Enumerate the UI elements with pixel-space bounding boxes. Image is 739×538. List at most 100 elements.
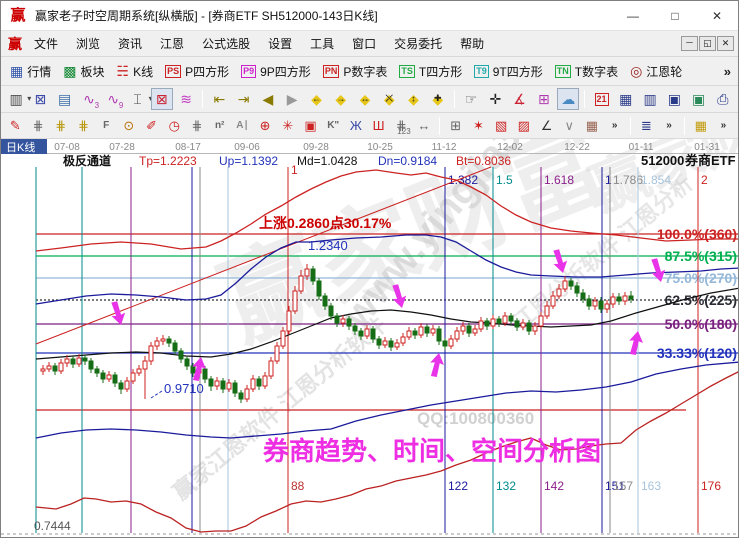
- goto-end-button[interactable]: ⇥: [233, 88, 255, 110]
- t-square-button[interactable]: TST四方形: [393, 61, 468, 82]
- pen-tool[interactable]: ✎: [5, 116, 26, 136]
- more-tools-button[interactable]: »: [604, 116, 625, 136]
- candle: [83, 355, 87, 365]
- menu-江恩[interactable]: 江恩: [151, 31, 193, 56]
- print-button[interactable]: ⎙: [712, 88, 734, 110]
- menu-设置[interactable]: 设置: [259, 31, 301, 56]
- candle: [149, 342, 153, 365]
- a-angle-tool[interactable]: A∣: [232, 116, 253, 136]
- p-number-button-icon: PN: [323, 65, 340, 78]
- levels-flag-button[interactable]: ≋: [175, 88, 197, 110]
- watermark-text: QQ:100800360: [417, 409, 534, 428]
- kline-button[interactable]: ☵K线: [111, 61, 160, 82]
- fence2-tool[interactable]: ⋕: [187, 116, 208, 136]
- menu-资讯[interactable]: 资讯: [109, 31, 151, 56]
- ruler-tool[interactable]: ≣: [636, 116, 657, 136]
- pan-hand-button[interactable]: ☞: [460, 88, 482, 110]
- diamond-cross-button[interactable]: ◆⤬: [378, 88, 400, 110]
- menu-帮助[interactable]: 帮助: [451, 31, 493, 56]
- p-square-button[interactable]: PSP四方形: [159, 61, 235, 82]
- mdi-minimize-button[interactable]: －: [681, 36, 698, 51]
- menu-浏览[interactable]: 浏览: [67, 31, 109, 56]
- mdi-restore-button[interactable]: ◱: [699, 36, 716, 51]
- shen-fence-tool[interactable]: Ж: [346, 116, 367, 136]
- gann-box-tool[interactable]: ▧: [491, 116, 512, 136]
- fence-tool[interactable]: ⋕: [28, 116, 49, 136]
- chart-type-button[interactable]: ▥▾: [5, 88, 27, 110]
- menu-工具[interactable]: 工具: [301, 31, 343, 56]
- kline-chart[interactable]: 赢家财富赢家财富www.yingjia360.comQQ:100800360赢家…: [1, 139, 739, 538]
- diamond-fourway-button[interactable]: ◆✚: [427, 88, 449, 110]
- candle-style-button[interactable]: ⌶▾: [126, 88, 148, 110]
- menu-文件[interactable]: 文件: [25, 31, 67, 56]
- wave-tool[interactable]: ∨: [559, 116, 580, 136]
- brush-tool[interactable]: ✐: [141, 116, 162, 136]
- gann-square-tool[interactable]: ▨: [513, 116, 534, 136]
- quotes-button[interactable]: ▦行情: [4, 61, 57, 82]
- star-spiral-tool[interactable]: ✳: [277, 116, 298, 136]
- menu-交易委托[interactable]: 交易委托: [385, 31, 451, 56]
- diamond-hspan-button[interactable]: ◆↔: [354, 88, 376, 110]
- angle-measure-button[interactable]: ∡: [508, 88, 530, 110]
- indicator-value: Dn=0.9184: [378, 154, 437, 168]
- minimize-button[interactable]: —: [612, 1, 654, 31]
- gold-fence-tool[interactable]: ⋕: [50, 116, 71, 136]
- k-quote-tool[interactable]: K": [323, 116, 344, 136]
- diamond-vspan-button[interactable]: ◆↕: [402, 88, 424, 110]
- journal-button[interactable]: ▥: [639, 88, 661, 110]
- export-button[interactable]: ▣: [687, 88, 709, 110]
- diamond-right-button[interactable]: ◆→: [330, 88, 352, 110]
- t9-square-button[interactable]: T99T四方形: [468, 61, 549, 82]
- p-number-button[interactable]: PNP数字表: [317, 61, 394, 82]
- save-button[interactable]: ▣: [663, 88, 685, 110]
- gann-fan-tool[interactable]: ✶: [468, 116, 489, 136]
- candle: [407, 327, 411, 340]
- mdi-close-button[interactable]: ✕: [717, 36, 734, 51]
- grid-tool[interactable]: ▦: [582, 116, 603, 136]
- square-spiral-tool[interactable]: ▣: [300, 116, 321, 136]
- notes-button[interactable]: ▤: [54, 88, 76, 110]
- prev-button[interactable]: ◀: [257, 88, 279, 110]
- sectors-button[interactable]: ▩板块: [57, 61, 110, 82]
- calculator-button[interactable]: ▦: [615, 88, 637, 110]
- candle: [125, 377, 129, 392]
- menu-窗口[interactable]: 窗口: [343, 31, 385, 56]
- n-square-tool[interactable]: n²: [209, 116, 230, 136]
- toolbar-overflow-chevron[interactable]: »: [720, 64, 735, 79]
- time-circle-tool[interactable]: ◷: [164, 116, 185, 136]
- crosshair-button[interactable]: ✛: [484, 88, 506, 110]
- win-fence-tool[interactable]: Ш: [368, 116, 389, 136]
- calendar-button[interactable]: 21: [590, 88, 612, 110]
- candle: [395, 339, 399, 350]
- diamond-left-button[interactable]: ◆←: [305, 88, 327, 110]
- angle-fan-tool[interactable]: ∠: [536, 116, 557, 136]
- period-tab[interactable]: 日K线: [1, 139, 47, 154]
- wave3-button[interactable]: ∿3: [78, 88, 100, 110]
- wave9-button[interactable]: ∿9: [102, 88, 124, 110]
- p9-square-button[interactable]: P99P四方形: [235, 61, 317, 82]
- gold-grid-tool[interactable]: ▦: [690, 116, 711, 136]
- menu-公式选股[interactable]: 公式选股: [193, 31, 259, 56]
- goto-start-button[interactable]: ⇤: [208, 88, 230, 110]
- more-grids-button[interactable]: »: [713, 116, 734, 136]
- circle5-tool[interactable]: ⊙: [119, 116, 140, 136]
- cloud-button[interactable]: ☁: [557, 88, 579, 110]
- f-fence-tool[interactable]: F: [96, 116, 117, 136]
- maximize-button[interactable]: □: [654, 1, 696, 31]
- gann-level-label: 50.0%(180): [665, 316, 737, 332]
- gann-grid-button[interactable]: ⊠: [29, 88, 51, 110]
- t-number-button[interactable]: TNT数字表: [549, 61, 624, 82]
- candle: [233, 380, 237, 397]
- measure-tool[interactable]: ↔: [414, 116, 435, 136]
- gann-net-button[interactable]: ⊞: [533, 88, 555, 110]
- fence123-tool[interactable]: ⋕123: [391, 116, 412, 136]
- gann-wheel-button[interactable]: ◎江恩轮: [624, 61, 688, 82]
- circle-cross-tool[interactable]: ⊕: [255, 116, 276, 136]
- more-rulers-button[interactable]: »: [659, 116, 680, 136]
- window-line-tool[interactable]: ⊞: [445, 116, 466, 136]
- next-button[interactable]: ▶: [281, 88, 303, 110]
- gold-fence2-tool[interactable]: ⋕: [73, 116, 94, 136]
- close-button[interactable]: ✕: [696, 1, 738, 31]
- gann-grid-active-button[interactable]: ⊠: [151, 88, 173, 110]
- cycle-day-label: 142: [544, 479, 564, 493]
